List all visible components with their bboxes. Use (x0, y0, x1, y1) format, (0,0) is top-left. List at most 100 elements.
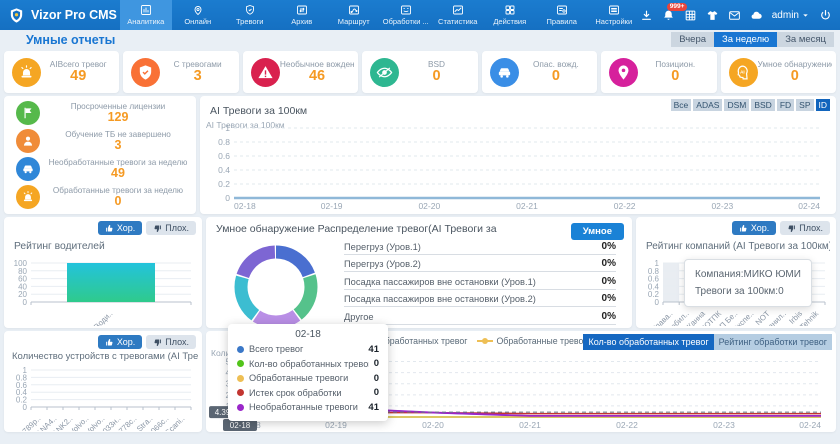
svg-text:02-24: 02-24 (799, 420, 821, 430)
nav-item-analytics[interactable]: Аналитика (120, 0, 172, 30)
filter-chip-ID[interactable]: ID (816, 99, 831, 111)
smart-detection-title: Умное обнаружение Распределение тревог(A… (216, 223, 552, 235)
toggle-label: Хор. (751, 223, 769, 233)
grid-icon[interactable] (684, 9, 697, 22)
devices-toggle: Хор. Плох. (98, 335, 196, 349)
legend-label: Обработанные тревоги (496, 336, 591, 346)
siren-icon (12, 58, 41, 87)
nav-item-label: Статистика (438, 17, 477, 26)
legend-item[interactable]: Обработанные тревоги (477, 336, 591, 346)
svg-text:80: 80 (18, 267, 27, 276)
tooltip-title: 02-18 (237, 329, 379, 340)
cloud-icon[interactable] (750, 9, 763, 22)
shirt-icon[interactable] (706, 9, 719, 22)
filter-chip-DSM[interactable]: DSM (724, 99, 749, 111)
filter-chip-Все[interactable]: Все (671, 99, 692, 111)
nav-item-label: Правила (547, 17, 577, 26)
company-rating-title: Рейтинг компаний (AI Тревоги за 100км) (646, 241, 830, 252)
distribution-label: Перегруз (Уров.1) (344, 242, 596, 252)
main-nav: АналитикаОнлайн Тревоги Архив Маршрут Обрабо… (120, 0, 640, 30)
good-button[interactable]: Хор. (732, 221, 776, 235)
svg-text:0: 0 (655, 298, 660, 307)
nav-item-label: Архив (291, 17, 312, 26)
tooltip-label: Кол-во обработанных тревог (249, 359, 369, 369)
processing-view-button[interactable]: Рейтинг обработки тревог (714, 334, 832, 350)
thumb-down-icon (787, 224, 796, 233)
svg-text:02-21: 02-21 (519, 420, 541, 430)
processing-view-button[interactable]: Кол-во обработанных тревог (583, 334, 713, 350)
legend-marker-icon (477, 337, 493, 345)
nav-item-stats[interactable]: Статистика (432, 0, 484, 30)
power-icon[interactable] (819, 9, 832, 22)
alarm-distribution-row: Посадка пассажиров вне остановки (Уров.1… (344, 272, 616, 290)
nav-alarms-icon (244, 4, 256, 16)
nav-item-label: Тревоги (236, 17, 264, 26)
nav-item-settings[interactable]: Настройки (588, 0, 640, 30)
nav-item-actions[interactable]: Действия (484, 0, 536, 30)
distribution-value: 0% (602, 258, 616, 269)
bad-button[interactable]: Плох. (146, 221, 196, 235)
nav-item-rules[interactable]: Правила (536, 0, 588, 30)
nav-processing-icon (400, 4, 412, 16)
nav-online-icon (192, 4, 204, 16)
svg-text:0.2: 0.2 (648, 290, 660, 299)
ai-alarms-panel: ВсеADASDSMBSDFDSPID AI Тревоги за 100км … (200, 96, 836, 214)
nav-item-route[interactable]: Маршрут (328, 0, 380, 30)
kpi-text: AIВсего тревог49 (41, 59, 115, 85)
distribution-label: Посадка пассажиров вне остановки (Уров.2… (344, 294, 596, 304)
period-button[interactable]: Вчера (671, 32, 714, 47)
chevron-down-icon (801, 11, 810, 20)
svg-text:02-23: 02-23 (711, 201, 733, 211)
user-menu[interactable]: admin (772, 10, 810, 21)
kpi-value: 0 (399, 69, 473, 85)
filter-chip-ADAS[interactable]: ADAS (693, 99, 722, 111)
thumb-up-icon (105, 338, 114, 347)
distribution-label: Другое (344, 312, 596, 322)
good-button[interactable]: Хор. (98, 335, 142, 349)
stat-value: 129 (40, 111, 196, 124)
smart-detection-panel: Умное обнаружение Распределение тревог(A… (206, 217, 632, 328)
filter-chip-SP[interactable]: SP (796, 99, 813, 111)
bell-icon[interactable]: 999+ (662, 9, 675, 22)
nav-item-alarms[interactable]: Тревоги (224, 0, 276, 30)
good-button[interactable]: Хор. (98, 221, 142, 235)
period-button[interactable]: За месяц (777, 32, 834, 47)
kpi-value: 3 (160, 69, 234, 85)
tooltip-row: Обработанные тревоги0 (237, 371, 379, 386)
alarm-distribution-row: Посадка пассажиров вне остановки (Уров.2… (344, 290, 616, 308)
nav-item-online[interactable]: Онлайн (172, 0, 224, 30)
nav-item-label: Маршрут (338, 17, 370, 26)
smart-button[interactable]: Умное (571, 223, 624, 240)
processing-tooltip: 02-18Всего тревог41Кол-во обработанных т… (228, 324, 388, 421)
filter-chip-BSD[interactable]: BSD (751, 99, 774, 111)
processing-panel: Всего тревогКол-во обработанных тревогОб… (206, 331, 836, 432)
svg-text:AI: AI (740, 69, 745, 74)
distribution-value: 0% (602, 311, 616, 322)
svg-text:0.2: 0.2 (218, 179, 230, 189)
filter-chip-FD[interactable]: FD (777, 99, 794, 111)
company-tooltip-line1: Компания:МИКО ЮМИ (695, 266, 801, 283)
mail-icon[interactable] (728, 9, 741, 22)
tooltip-label: Истек срок обработки (249, 388, 369, 398)
kpi-card: BSD0 (362, 51, 477, 93)
stat-row: Обработанные тревоги за неделю0 (4, 183, 196, 211)
kpi-card: AIВсего тревог49 (4, 51, 119, 93)
nav-item-archive[interactable]: Архив (276, 0, 328, 30)
tooltip-label: Необработанные тревоги (249, 402, 363, 412)
nav-settings-icon (608, 4, 620, 16)
period-button[interactable]: За неделю (714, 32, 777, 47)
bad-button[interactable]: Плох. (780, 221, 830, 235)
kpi-value: 0 (519, 69, 593, 85)
nav-item-processing[interactable]: Обработки ... (380, 0, 432, 30)
stat-text: Просроченные лицензии129 (40, 102, 196, 124)
company-tooltip-line2: Тревоги за 100км:0 (695, 283, 801, 300)
kpi-card: Позицион.0 (601, 51, 716, 93)
download-icon[interactable] (640, 9, 653, 22)
series-dot-icon (237, 404, 244, 411)
nav-route-icon (348, 4, 360, 16)
svg-text:0: 0 (225, 193, 230, 203)
stat-text: Обработанные тревоги за неделю0 (40, 186, 196, 208)
svg-text:60: 60 (18, 275, 27, 284)
bad-button[interactable]: Плох. (146, 335, 196, 349)
stat-value: 49 (40, 167, 196, 180)
